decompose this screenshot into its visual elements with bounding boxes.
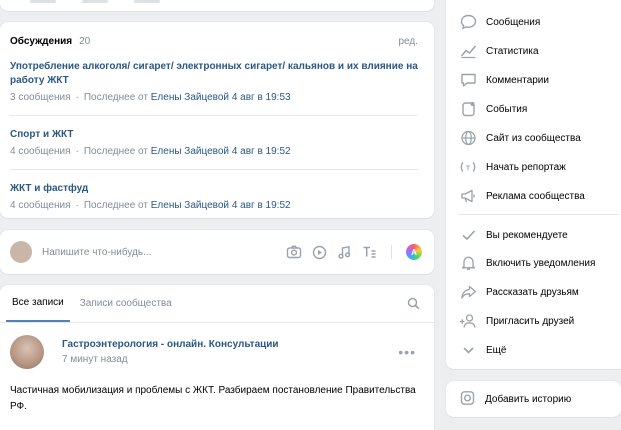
add-story-label: Добавить историю xyxy=(485,393,572,405)
wall-tabs: Все записи Записи сообщества xyxy=(0,285,434,323)
wall-feed: Все записи Записи сообщества Гастроэнтер… xyxy=(0,285,434,430)
globe-icon xyxy=(459,130,477,146)
share-icon xyxy=(459,284,477,300)
video-icon[interactable] xyxy=(312,245,327,260)
stats-icon xyxy=(459,43,477,59)
post-composer[interactable]: Напишите что-нибудь... A xyxy=(0,230,434,274)
separator-dot: · xyxy=(75,200,79,211)
sidebar-item-label: Реклама сообщества xyxy=(486,190,585,202)
topic-last-author[interactable]: Елены Зайцевой xyxy=(151,146,229,157)
separator-dot: · xyxy=(75,92,79,103)
stub-tab xyxy=(82,0,108,3)
text-style-icon[interactable]: A xyxy=(406,244,422,260)
topic-message-count[interactable]: 4 сообщения xyxy=(10,200,71,211)
sidebar-item-comments[interactable]: Комментарии xyxy=(459,72,549,88)
avatar xyxy=(10,241,32,263)
article-icon[interactable] xyxy=(362,245,377,259)
post-author-link[interactable]: Гастроэнтерология - онлайн. Консультации xyxy=(62,339,398,350)
topic-last-time[interactable]: 4 авг в 19:52 xyxy=(232,200,291,211)
message-icon xyxy=(459,14,477,30)
stub-tab xyxy=(134,0,160,3)
topic-title-link[interactable]: ЖКТ и фастфуд xyxy=(10,182,418,196)
music-icon[interactable] xyxy=(337,245,352,260)
sidebar-item-ads[interactable]: Реклама сообщества xyxy=(459,188,585,204)
discussions-header: Обсуждения 20 ред. xyxy=(10,34,418,48)
tab-community-posts[interactable]: Записи сообщества xyxy=(74,285,178,322)
divider xyxy=(391,245,392,259)
topic-last-time[interactable]: 4 авг в 19:53 xyxy=(232,92,291,103)
sidebar-item-invite[interactable]: Пригласить друзей xyxy=(459,313,574,329)
sidebar-menu: Сообщения Статистика Комментарии События… xyxy=(446,0,621,369)
post-time[interactable]: 7 минут назад xyxy=(62,354,398,365)
search-icon[interactable] xyxy=(407,297,420,313)
topic-message-count[interactable]: 3 сообщения xyxy=(10,92,71,103)
check-icon xyxy=(459,227,477,243)
tab-all-posts[interactable]: Все записи xyxy=(6,285,70,322)
discussion-topic: Употребление алкоголя/ сигарет/ электрон… xyxy=(10,48,418,116)
topic-meta: 4 сообщения · Последнее от Елены Зайцевой … xyxy=(10,145,418,159)
sidebar-item-label: Рассказать друзьям xyxy=(486,286,579,298)
sidebar-item-label: Статистика xyxy=(486,45,539,57)
avatar[interactable] xyxy=(10,335,44,369)
sidebar-item-stats[interactable]: Статистика xyxy=(459,43,539,59)
discussion-topic: Спорт и ЖКТ 4 сообщения · Последнее от Еле… xyxy=(10,116,418,170)
story-icon xyxy=(459,390,476,409)
post-info: Гастроэнтерология - онлайн. Консультации… xyxy=(62,339,398,365)
sidebar-item-label: Ещё xyxy=(486,344,507,356)
discussion-topic: ЖКТ и фастфуд 4 сообщения · Последнее от Е… xyxy=(10,170,418,223)
topic-last-prefix: Последнее от xyxy=(83,146,148,157)
topic-title-link[interactable]: Употребление алкоголя/ сигарет/ электрон… xyxy=(10,60,418,88)
top-card-stub xyxy=(0,0,434,11)
topic-last-prefix: Последнее от xyxy=(83,92,148,103)
post-text: Частичная мобилизация и проблемы с ЖКТ. … xyxy=(10,385,416,412)
sidebar-item-label: Пригласить друзей xyxy=(486,315,575,327)
sidebar-item-broadcast[interactable]: T Начать репортаж xyxy=(459,159,566,175)
divider xyxy=(458,214,619,215)
stub-tab xyxy=(30,0,56,3)
add-story-button[interactable]: Добавить историю xyxy=(446,381,621,417)
invite-icon xyxy=(459,313,477,329)
sidebar-item-share[interactable]: Рассказать друзьям xyxy=(459,284,579,300)
sidebar-item-label: Вы рекомендуете xyxy=(486,229,568,241)
comment-icon xyxy=(459,72,477,88)
discussions-count: 20 xyxy=(79,35,91,47)
chevron-down-icon xyxy=(459,342,477,358)
sidebar-item-site[interactable]: Сайт из сообщества xyxy=(459,130,581,146)
sidebar-item-label: Начать репортаж xyxy=(486,161,566,173)
sidebar-item-label: Включить уведомления xyxy=(486,257,596,269)
sidebar-item-messages[interactable]: Сообщения xyxy=(459,14,540,30)
topic-last-time[interactable]: 4 авг в 19:52 xyxy=(232,146,291,157)
topic-message-count[interactable]: 4 сообщения xyxy=(10,146,71,157)
broadcast-icon: T xyxy=(459,159,477,175)
topic-last-prefix: Последнее от xyxy=(83,200,148,211)
bell-icon xyxy=(459,255,477,271)
sidebar-item-notifications[interactable]: Включить уведомления xyxy=(459,255,595,271)
composer-attachments: A xyxy=(286,244,422,260)
sidebar-item-label: События xyxy=(486,103,528,115)
camera-icon[interactable] xyxy=(286,245,302,259)
topic-meta: 4 сообщения · Последнее от Елены Зайцевой … xyxy=(10,199,418,213)
svg-text:T: T xyxy=(466,165,470,172)
ads-icon xyxy=(459,188,477,204)
topic-last-author[interactable]: Елены Зайцевой xyxy=(151,92,229,103)
discussions-title[interactable]: Обсуждения xyxy=(10,36,72,47)
more-icon[interactable]: ••• xyxy=(398,344,416,360)
topic-title-link[interactable]: Спорт и ЖКТ xyxy=(10,128,418,142)
separator-dot: · xyxy=(75,146,79,157)
sidebar-item-label: Сайт из сообщества xyxy=(486,132,581,144)
post-input[interactable]: Напишите что-нибудь... xyxy=(42,247,286,258)
sidebar-item-label: Сообщения xyxy=(486,16,541,28)
discussions-edit-link[interactable]: ред. xyxy=(398,36,418,47)
sidebar-item-label: Комментарии xyxy=(486,74,549,86)
sidebar-item-more[interactable]: Ещё xyxy=(459,342,506,358)
sidebar-item-recommend[interactable]: Вы рекомендуете xyxy=(459,227,568,243)
discussions-block: Обсуждения 20 ред. Употребление алкоголя… xyxy=(0,22,434,218)
post-header: Гастроэнтерология - онлайн. Консультации… xyxy=(0,323,434,369)
topic-last-author[interactable]: Елены Зайцевой xyxy=(151,200,229,211)
event-icon xyxy=(459,101,477,117)
topic-meta: 3 сообщения · Последнее от Елены Зайцевой … xyxy=(10,91,418,105)
sidebar-item-events[interactable]: События xyxy=(459,101,527,117)
